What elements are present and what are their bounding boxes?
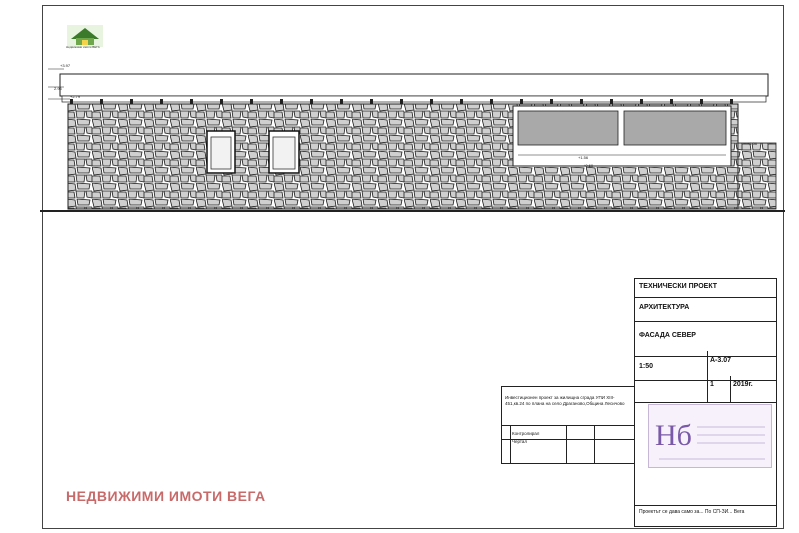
info-block: Инвестиционен проект за жилищна сграда У… [501, 386, 635, 464]
scale-row: 1:50 А-3.07 [635, 351, 776, 381]
drawing-sheet: Недвижими имоти ВЕГА +3.97 2.96 +2.79 +1… [0, 0, 799, 533]
sheet-number: 1 [707, 376, 714, 403]
logo-caption: Недвижими имоти ВЕГА [66, 45, 100, 49]
level-label: +1.56 [578, 155, 589, 160]
discipline: АРХИТЕКТУРА [635, 297, 776, 321]
company-logo [67, 25, 103, 47]
title-block: ТЕХНИЧЕСКИ ПРОЕКТ АРХИТЕКТУРА ФАСАДА СЕВ… [634, 278, 777, 527]
footer-note: Проектът се дава само за... По СП-ЗИ... … [635, 505, 776, 527]
level-label: +0.60 [583, 163, 594, 168]
approval-stamp: Нб [648, 404, 772, 468]
sheet-title: ФАСАДА СЕВЕР [635, 321, 776, 356]
svg-text:Нб: Нб [655, 419, 692, 452]
sheet-row: 1 2019г. [635, 376, 776, 403]
level-label: +1.56 [747, 141, 758, 146]
level-label: 2.96 [54, 86, 62, 91]
level-label: +3.97 [60, 63, 71, 68]
project-type: ТЕХНИЧЕСКИ ПРОЕКТ [639, 283, 718, 290]
level-label: +2.79 [70, 94, 81, 99]
north-facade-drawing [40, 68, 785, 212]
year: 2019г. [730, 376, 753, 403]
watermark: НЕДВИЖИМИ ИМОТИ ВЕГА [66, 488, 266, 504]
scale: 1:50 [639, 363, 654, 370]
large-openings [512, 105, 732, 167]
project-description: Инвестиционен проект за жилищна сграда У… [505, 395, 625, 406]
checked-by-label: Контролирал [512, 431, 540, 436]
stamp-seal: Нб [655, 419, 765, 460]
